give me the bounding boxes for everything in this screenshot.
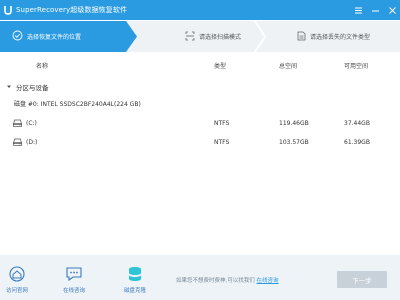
- button-label: 磁盘克隆: [123, 288, 146, 294]
- column-free[interactable]: 可用空间: [344, 61, 368, 70]
- close-icon[interactable]: [388, 6, 397, 15]
- button-label: 在线咨询: [62, 288, 85, 294]
- minimize-icon[interactable]: [371, 6, 380, 15]
- scan-icon: [185, 31, 195, 43]
- chat-icon: [65, 265, 83, 283]
- steps-bar: 选择恢复文件的位置 请选择扫描模式 请选择丢失的文件类型: [0, 21, 400, 52]
- step-label: 请选择扫描模式: [199, 34, 242, 41]
- column-total[interactable]: 总空间: [279, 61, 297, 70]
- partition-name: (D:): [26, 139, 38, 146]
- next-button[interactable]: 下一步: [337, 271, 387, 288]
- menu-icon[interactable]: [354, 6, 363, 15]
- step-scan-mode[interactable]: 请选择扫描模式: [130, 21, 267, 52]
- partition-type: NTFS: [214, 120, 230, 127]
- footer-note-text: 如果您不想费时费神,可以找我们: [176, 278, 255, 284]
- home-icon: [8, 265, 26, 283]
- partition-name: (C:): [26, 120, 37, 127]
- step-label: 请选择丢失的文件类型: [310, 34, 371, 41]
- table-row[interactable]: (D:) NTFS 103.57GB 61.39GB: [0, 136, 400, 150]
- disk-label: 磁盘 #0: INTEL SSDSC2BF240A4L(224 GB): [14, 100, 141, 108]
- drive-icon: [13, 119, 22, 129]
- file-icon: [297, 31, 306, 43]
- group-label: 分区与设备: [16, 84, 49, 92]
- column-name[interactable]: 名称: [36, 61, 48, 70]
- window-title: SuperRecovery超级数据恢复软件: [16, 6, 128, 14]
- visit-website-button[interactable]: 访问官网: [0, 265, 37, 299]
- partition-free: 37.44GB: [344, 120, 370, 127]
- table-row[interactable]: (C:) NTFS 119.46GB 37.44GB: [0, 117, 400, 131]
- step-select-location[interactable]: 选择恢复文件的位置: [0, 21, 137, 52]
- disk-clone-icon: [126, 265, 144, 283]
- location-icon: [12, 30, 23, 43]
- column-type[interactable]: 类型: [214, 61, 226, 70]
- title-bar: SuperRecovery超级数据恢复软件: [0, 0, 400, 20]
- chevron-down-icon[interactable]: [6, 84, 12, 90]
- tree-group[interactable]: 分区与设备: [0, 80, 400, 94]
- partition-total: 103.57GB: [279, 139, 309, 146]
- step-label: 选择恢复文件的位置: [27, 34, 82, 41]
- footer-note: 如果您不想费时费神,可以找我们 在线咨询: [176, 276, 279, 284]
- disk-clone-button[interactable]: 磁盘克隆: [115, 265, 155, 299]
- online-chat-link[interactable]: 在线咨询: [257, 278, 279, 284]
- online-chat-button[interactable]: 在线咨询: [54, 265, 94, 299]
- step-file-type[interactable]: 请选择丢失的文件类型: [266, 21, 400, 52]
- drive-icon: [13, 138, 22, 148]
- button-label: 访问官网: [5, 288, 28, 294]
- app-logo-icon: [3, 5, 13, 15]
- partition-free: 61.39GB: [344, 139, 370, 146]
- partition-type: NTFS: [214, 139, 230, 146]
- partition-total: 119.46GB: [279, 120, 309, 127]
- table-header: 名称 类型 总空间 可用空间: [0, 56, 400, 74]
- disk-row[interactable]: 磁盘 #0: INTEL SSDSC2BF240A4L(224 GB): [0, 96, 400, 110]
